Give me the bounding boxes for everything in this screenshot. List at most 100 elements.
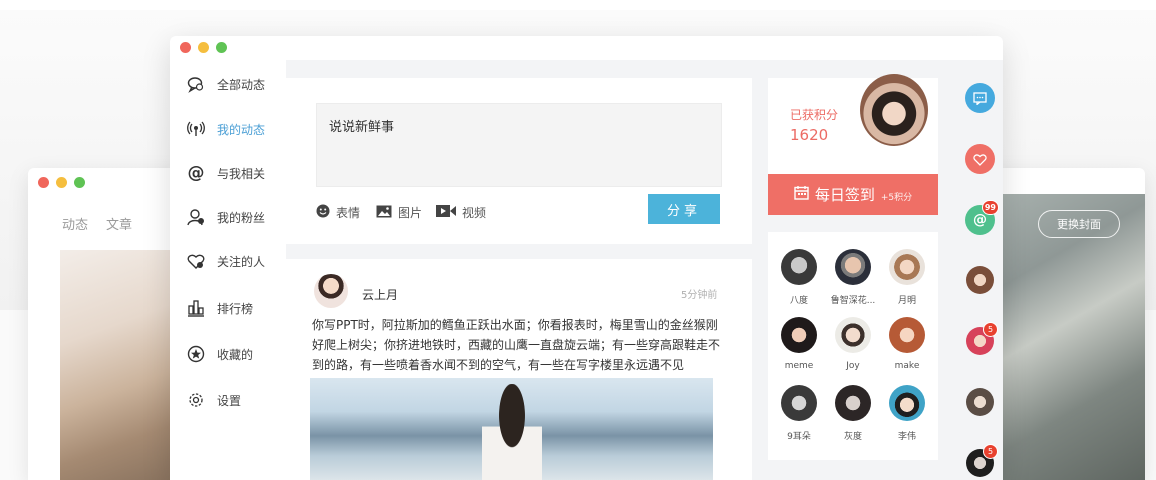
close-dot[interactable] — [180, 42, 191, 53]
avatar[interactable]: 5 — [966, 322, 998, 355]
close-dot[interactable] — [38, 177, 49, 188]
post-composer: 说说新鲜事 表情 图片 视频 分享 — [286, 78, 752, 244]
sidebar-item-settings[interactable]: 设置 — [187, 391, 241, 409]
at-sign-icon: @ — [187, 163, 205, 183]
friend-name: 鲁智深花... — [830, 296, 876, 306]
avatar[interactable] — [314, 274, 348, 308]
heart-user-icon — [187, 252, 205, 270]
friends-card: 八度 鲁智深花... 月明 meme Joy make 9耳朵 灰度 李伟 — [768, 232, 938, 460]
sidebar-item-label: 设置 — [217, 393, 242, 408]
avatar — [781, 385, 817, 421]
sidebar-item-label: 全部动态 — [217, 77, 266, 92]
post-timestamp: 5分钟前 — [681, 290, 718, 301]
feed-post: 云上月 5分钟前 你写PPT时，阿拉斯加的鳕鱼正跃出水面；你看报表时，梅里雪山的… — [286, 259, 752, 480]
avatar — [781, 249, 817, 285]
zoom-dot[interactable] — [216, 42, 227, 53]
sidebar-item-favorites[interactable]: 收藏的 — [187, 345, 253, 363]
friend-item[interactable]: 鲁智深花... — [825, 249, 881, 306]
friend-name: 八度 — [789, 296, 808, 306]
main-window: 全部动态 我的动态 @ 与我相关 我的粉丝 关注的人 排行榜 收藏的 设置 说说… — [170, 36, 1003, 480]
friend-item[interactable]: meme — [771, 317, 827, 371]
nav-tab-dynamic[interactable]: 动态 — [62, 214, 88, 233]
video-tool-label: 视频 — [462, 206, 487, 220]
avatar — [835, 385, 871, 421]
avatar — [889, 249, 925, 285]
minimize-dot[interactable] — [56, 177, 67, 188]
sidebar-item-fans[interactable]: 我的粉丝 — [187, 208, 265, 226]
message-icon[interactable] — [965, 83, 995, 113]
avatar[interactable] — [966, 266, 994, 294]
zoom-dot[interactable] — [74, 177, 85, 188]
friend-name: make — [894, 361, 920, 371]
avatar — [835, 317, 871, 353]
sidebar-item-mentions[interactable]: @ 与我相关 — [187, 163, 266, 183]
broadcast-icon — [187, 120, 205, 138]
sidebar-item-ranking[interactable]: 排行榜 — [187, 299, 253, 317]
signin-bonus: +5积分 — [880, 193, 913, 203]
friend-name: meme — [784, 361, 814, 371]
avatar — [889, 385, 925, 421]
cake-photo — [60, 250, 170, 480]
avatar — [781, 317, 817, 353]
points-value: 1620 — [790, 126, 829, 144]
back-window-controls — [38, 177, 85, 188]
star-circle-icon — [187, 345, 205, 363]
friend-name: 月明 — [897, 296, 916, 306]
post-username[interactable]: 云上月 — [362, 286, 398, 303]
signin-label: 每日签到 — [814, 186, 875, 204]
back-window-nav: 动态 文章 — [62, 214, 132, 233]
post-text: 你写PPT时，阿拉斯加的鳕鱼正跃出水面；你看报表时，梅里雪山的金丝猴刚好爬上树尖… — [312, 318, 721, 372]
avatar[interactable] — [966, 388, 994, 416]
calendar-icon — [794, 185, 809, 204]
chat-bubbles-icon — [187, 75, 205, 93]
friend-name: 李伟 — [897, 432, 916, 442]
points-label: 已获积分 — [790, 108, 839, 122]
image-tool-label: 图片 — [398, 206, 423, 220]
composer-input[interactable]: 说说新鲜事 — [316, 103, 722, 187]
friend-item[interactable]: 八度 — [771, 249, 827, 306]
friend-item[interactable]: 李伟 — [879, 385, 935, 442]
image-icon — [376, 205, 392, 221]
avatar — [835, 249, 871, 285]
change-cover-button[interactable]: 更换封面 — [1038, 210, 1120, 238]
sidebar-item-label: 排行榜 — [217, 301, 254, 316]
nav-tab-articles[interactable]: 文章 — [106, 214, 132, 233]
share-button[interactable]: 分享 — [648, 194, 720, 224]
friend-item[interactable]: 月明 — [879, 249, 935, 306]
minimize-dot[interactable] — [198, 42, 209, 53]
emoji-tool-label: 表情 — [336, 206, 361, 220]
sidebar-item-following[interactable]: 关注的人 — [187, 252, 265, 270]
unread-badge: 5 — [983, 322, 998, 337]
friend-name: 灰度 — [843, 432, 862, 442]
daily-signin-button[interactable]: 每日签到 +5积分 — [768, 174, 938, 215]
unread-badge: 5 — [983, 444, 998, 459]
sidebar-item-label: 我的粉丝 — [217, 210, 266, 225]
ranking-icon — [187, 299, 205, 317]
title-bar — [170, 36, 1003, 60]
friend-item[interactable]: make — [879, 317, 935, 371]
video-tool[interactable]: 视频 — [436, 204, 486, 221]
emoji-tool[interactable]: 表情 — [316, 204, 360, 221]
settings-gear-icon — [187, 391, 205, 409]
sidebar-item-label: 收藏的 — [217, 347, 254, 362]
right-rail: @99 5 5 — [957, 60, 1003, 480]
friend-item[interactable]: 9耳朵 — [771, 385, 827, 442]
friend-item[interactable]: Joy — [825, 317, 881, 371]
sidebar-item-label: 关注的人 — [217, 254, 266, 269]
user-avatar[interactable] — [860, 74, 928, 146]
points-card: 已获积分 1620 每日签到 +5积分 — [768, 74, 938, 215]
sidebar-item-all-activity[interactable]: 全部动态 — [187, 75, 265, 93]
sidebar: 全部动态 我的动态 @ 与我相关 我的粉丝 关注的人 排行榜 收藏的 设置 — [170, 60, 286, 480]
at-sign-icon[interactable]: @99 — [965, 200, 999, 235]
post-image[interactable] — [310, 378, 713, 480]
friend-name: Joy — [846, 361, 860, 371]
avatar[interactable]: 5 — [966, 444, 998, 477]
avatar — [889, 317, 925, 353]
friend-item[interactable]: 灰度 — [825, 385, 881, 442]
heart-icon[interactable] — [965, 144, 995, 174]
smiley-icon — [316, 204, 330, 221]
sidebar-item-my-activity[interactable]: 我的动态 — [187, 120, 265, 138]
video-icon — [436, 205, 456, 220]
image-tool[interactable]: 图片 — [376, 204, 422, 221]
sidebar-item-label: 与我相关 — [217, 166, 266, 181]
